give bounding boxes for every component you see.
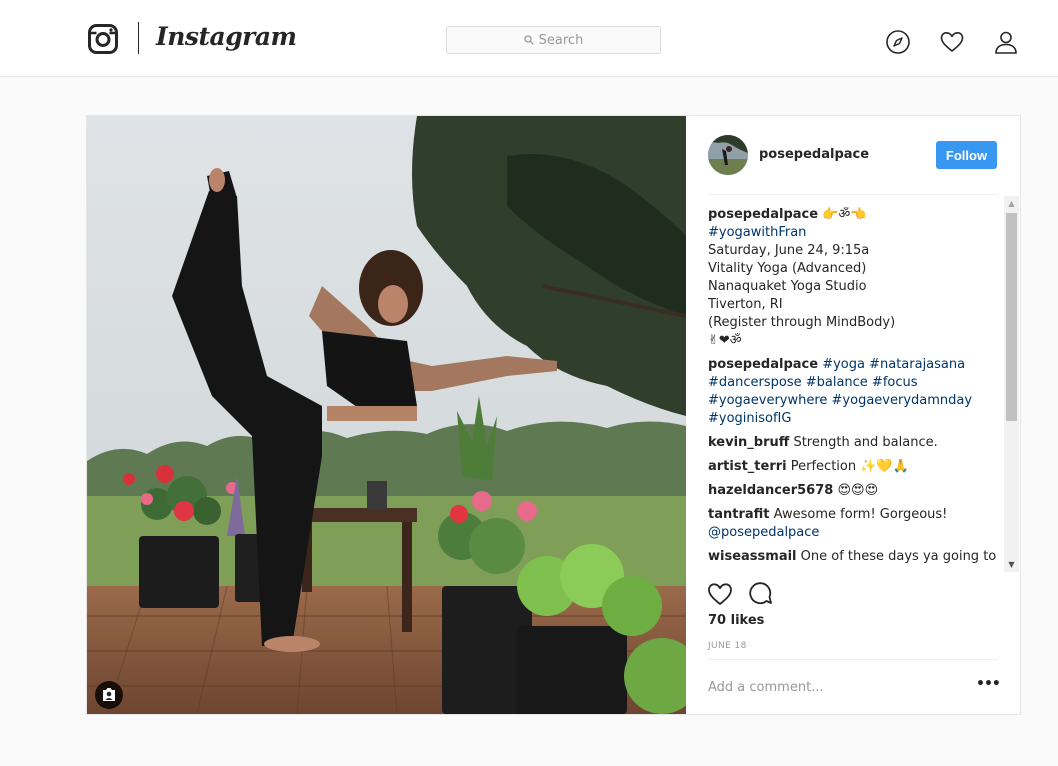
add-comment-input[interactable]	[708, 680, 958, 695]
likes-count[interactable]: 70 likes	[708, 613, 764, 628]
post-author-username[interactable]: posepedalpace	[759, 147, 869, 162]
hashtag-line[interactable]: #yoga #natarajasana	[822, 357, 965, 372]
post-photo[interactable]	[87, 116, 686, 714]
explore-compass-icon[interactable]	[885, 29, 911, 55]
instagram-camera-logo-icon[interactable]	[88, 24, 118, 54]
caption-line: ✌❤ॐ	[708, 333, 742, 348]
post-card: posepedalpace Follow posepedalpace 👉ॐ👈 #…	[86, 115, 1021, 715]
comments-list[interactable]: posepedalpace 👉ॐ👈 #yogawithFran Saturday…	[708, 206, 998, 570]
comment-text: One of these days ya going to	[800, 549, 997, 564]
follow-button[interactable]: Follow	[936, 141, 997, 169]
caption-line: Saturday, June 24, 9:15a	[708, 243, 870, 258]
comment-item: tantrafit Awesome form! Gorgeous! @posep…	[708, 506, 998, 542]
comment-item: kevin_bruff Strength and balance.	[708, 434, 998, 452]
hashtag-line[interactable]: #dancerspose #balance #focus	[708, 374, 998, 392]
caption-emoji: 👉ॐ👈	[822, 207, 867, 222]
caption-username[interactable]: posepedalpace	[708, 207, 818, 222]
instagram-wordmark[interactable]: Instagram	[156, 22, 297, 51]
comment-username[interactable]: tantrafit	[708, 507, 770, 522]
logo-divider	[138, 22, 139, 54]
comment-item: hazeldancer5678 😍😍😍	[708, 482, 998, 500]
scroll-down-arrow-icon[interactable]: ▼	[1004, 557, 1019, 572]
add-comment-bar: •••	[708, 659, 1001, 714]
post-header: posepedalpace Follow	[708, 135, 998, 195]
comment-text: 😍😍😍	[837, 483, 879, 498]
caption-line: Nanaquaket Yoga Studio	[708, 279, 867, 294]
comment-text: Awesome form! Gorgeous!	[773, 507, 948, 522]
comment-bubble-icon[interactable]	[746, 580, 774, 608]
caption-line: (Register through MindBody)	[708, 315, 896, 330]
hashtag-line[interactable]: #yogaeverywhere #yogaeverydamnday	[708, 392, 998, 410]
avatar[interactable]	[708, 135, 748, 175]
caption-line: Tiverton, RI	[708, 297, 783, 312]
comment-username[interactable]: posepedalpace	[708, 357, 818, 372]
comments-scrollbar[interactable]: ▲ ▼	[1004, 196, 1019, 572]
mention-link[interactable]: @posepedalpace	[708, 524, 998, 542]
scroll-thumb[interactable]	[1006, 213, 1017, 421]
hashtag-comment: posepedalpace #yoga #natarajasana #dance…	[708, 356, 998, 428]
activity-heart-icon[interactable]	[939, 29, 965, 55]
tagged-people-icon[interactable]	[95, 681, 123, 709]
caption-line: Vitality Yoga (Advanced)	[708, 261, 867, 276]
caption-hashtag-line[interactable]: #yogawithFran	[708, 224, 998, 242]
post-actions	[708, 580, 998, 614]
comment-text: Strength and balance.	[793, 435, 938, 450]
scroll-up-arrow-icon[interactable]: ▲	[1004, 196, 1019, 211]
hashtag-line[interactable]: #yoginisofIG	[708, 410, 998, 428]
comment-item: wiseassmail One of these days ya going t…	[708, 548, 998, 566]
caption: posepedalpace 👉ॐ👈 #yogawithFran Saturday…	[708, 206, 998, 350]
post-sidebar: posepedalpace Follow posepedalpace 👉ॐ👈 #…	[686, 116, 1020, 714]
profile-person-icon[interactable]	[993, 29, 1019, 55]
comment-username[interactable]: hazeldancer5678	[708, 483, 833, 498]
comment-username[interactable]: artist_terri	[708, 459, 787, 474]
more-options-icon[interactable]: •••	[976, 676, 1001, 692]
comment-username[interactable]: wiseassmail	[708, 549, 797, 564]
top-nav: Instagram Search	[0, 0, 1058, 77]
post-date[interactable]: JUNE 18	[708, 641, 747, 651]
comment-username[interactable]: kevin_bruff	[708, 435, 789, 450]
like-heart-icon[interactable]	[706, 580, 734, 608]
comment-item: artist_terri Perfection ✨💛🙏	[708, 458, 998, 476]
comment-text: Perfection ✨💛🙏	[790, 459, 909, 474]
search-box[interactable]: Search	[446, 26, 661, 54]
search-icon	[524, 35, 534, 45]
search-placeholder: Search	[538, 32, 584, 48]
